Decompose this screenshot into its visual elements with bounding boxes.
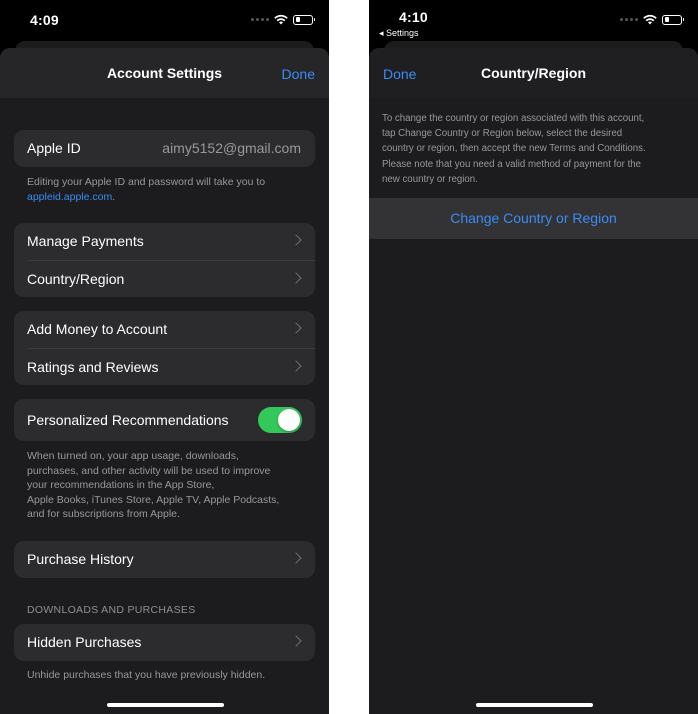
chevron-right-icon [290,322,302,334]
home-indicator[interactable] [475,703,593,707]
cellular-icon [620,18,638,21]
country-region-row[interactable]: Country/Region [27,260,315,297]
change-country-button[interactable]: Change Country or Region [450,210,617,226]
chevron-right-icon [290,635,302,647]
apple-id-row[interactable]: Apple ID aimy5152@gmail.com [14,130,315,167]
status-time: 4:10 [399,9,428,25]
status-bar: 4:09 [0,0,329,44]
status-bar: 4:10 ◂ Settings [369,0,698,44]
wifi-icon [274,14,288,25]
apple-id-note-text: Editing your Apple ID and password will … [27,176,266,188]
purchase-history-label: Purchase History [27,551,134,567]
description-line: To change the country or region associat… [382,113,645,124]
apple-id-note-suffix: . [112,190,116,203]
hidden-purchases-label: Hidden Purchases [27,634,142,650]
change-country-row[interactable]: Change Country or Region [369,198,698,239]
status-icons [620,14,684,25]
note-line: Apple Books, iTunes Store, Apple TV, App… [27,493,280,506]
description-line: country or region, then accept the new T… [382,143,646,155]
ratings-reviews-row[interactable]: Ratings and Reviews [27,348,315,385]
apple-id-label: Apple ID [27,140,81,156]
chevron-right-icon [290,360,302,372]
done-button[interactable]: Done [282,66,315,82]
personalized-note: When turned on, your app usage, download… [27,449,309,522]
country-region-description: To change the country or region associat… [382,111,684,187]
note-line: and for subscriptions from Apple. [27,508,180,520]
right-screen: 4:10 ◂ Settings Done Country/Region To c… [369,0,698,714]
money-ratings-group: Add Money to Account Ratings and Reviews [14,311,315,385]
nav-bar: Account Settings Done [0,48,329,98]
apple-id-note: Editing your Apple ID and password will … [27,175,309,204]
manage-payments-label: Manage Payments [27,233,144,249]
purchase-history-group: Purchase History [14,541,315,578]
chevron-right-icon [290,272,302,284]
back-to-settings-link[interactable]: ◂ Settings [379,28,419,39]
hidden-purchases-row[interactable]: Hidden Purchases [14,624,315,661]
account-settings-sheet: Account Settings Done Apple ID aimy5152@… [0,48,329,714]
wifi-icon [643,14,657,25]
battery-icon [293,14,315,25]
description-line: tap Change Country or Region below, sele… [382,128,623,140]
hidden-purchases-note: Unhide purchases that you have previousl… [27,669,266,681]
purchase-history-row[interactable]: Purchase History [14,541,315,578]
note-line: When turned on, your app usage, download… [27,450,239,462]
hidden-purchases-group: Hidden Purchases [14,624,315,661]
appleid-link[interactable]: appleid.apple.com [27,191,112,203]
country-region-sheet: Done Country/Region To change the countr… [369,48,698,714]
chevron-right-icon [290,552,302,564]
add-money-row[interactable]: Add Money to Account [14,311,315,348]
manage-payments-row[interactable]: Manage Payments [14,223,315,260]
payments-group: Manage Payments Country/Region [14,223,315,297]
add-money-label: Add Money to Account [27,321,168,337]
cellular-icon [251,18,269,21]
battery-icon [662,14,684,25]
note-line: your recommendations in the App Store, [27,479,215,491]
nav-bar: Done Country/Region [369,48,698,98]
description-line: Please note that you need a valid method… [382,158,642,170]
home-indicator[interactable] [106,703,224,707]
status-icons [251,14,315,25]
personalized-group: Personalized Recommendations [14,399,315,441]
personalized-label: Personalized Recommendations [27,412,229,428]
empty-area [369,239,698,714]
downloads-section-header: DOWNLOADS AND PURCHASES [27,604,196,616]
chevron-right-icon [290,234,302,246]
page-title: Country/Region [481,65,586,81]
ratings-reviews-label: Ratings and Reviews [27,359,159,375]
left-screen: 4:09 Account Settings Done Apple ID aimy… [0,0,329,714]
apple-id-group: Apple ID aimy5152@gmail.com [14,130,315,167]
apple-id-value: aimy5152@gmail.com [162,140,301,156]
page-title: Account Settings [106,65,223,81]
personalized-row: Personalized Recommendations [14,399,315,441]
toggle-knob [278,409,300,431]
country-region-label: Country/Region [27,271,125,287]
status-time: 4:09 [30,12,59,28]
description-line: new country or region. [382,173,478,185]
personalized-toggle[interactable] [258,407,302,433]
note-line: purchases, and other activity will be us… [27,464,271,477]
